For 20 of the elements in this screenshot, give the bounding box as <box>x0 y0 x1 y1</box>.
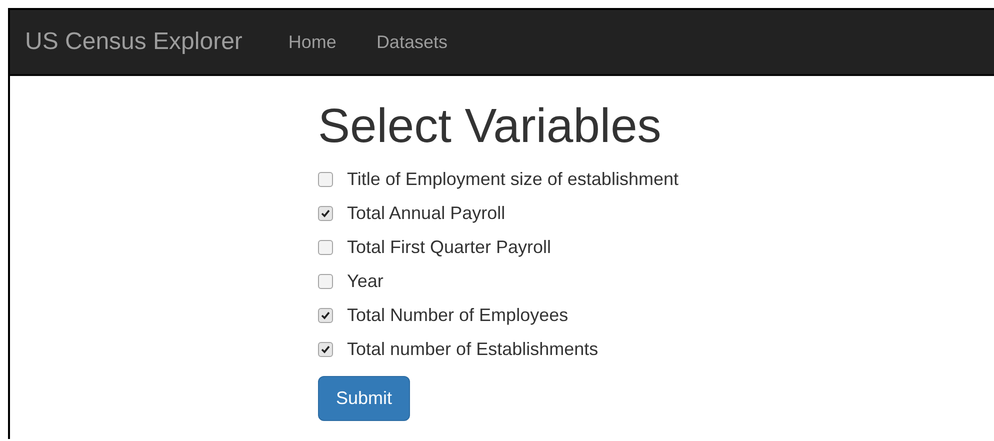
checkbox[interactable] <box>318 274 333 288</box>
nav-link[interactable]: Home <box>268 32 356 52</box>
check-icon <box>321 310 330 320</box>
checkbox-label: Total Annual Payroll <box>347 202 506 224</box>
nav-link[interactable]: Datasets <box>356 32 468 52</box>
checkbox[interactable] <box>318 206 333 220</box>
checkbox[interactable] <box>318 308 333 322</box>
checkbox[interactable] <box>318 172 333 186</box>
checkbox[interactable] <box>318 240 333 254</box>
checkbox-label: Total Number of Employees <box>347 304 568 326</box>
checkbox-label: Year <box>347 270 384 292</box>
checkbox-label: Title of Employment size of establishment <box>347 168 678 190</box>
checkbox-label: Total First Quarter Payroll <box>347 236 552 258</box>
brand-link[interactable]: US Census Explorer <box>25 28 242 56</box>
checkbox[interactable] <box>318 342 333 356</box>
checkbox-label: Total number of Establishments <box>347 338 598 360</box>
submit-button[interactable]: Submit <box>318 376 410 421</box>
page-heading: Select Variables <box>318 99 662 155</box>
check-icon <box>321 344 330 354</box>
check-icon <box>321 208 330 218</box>
